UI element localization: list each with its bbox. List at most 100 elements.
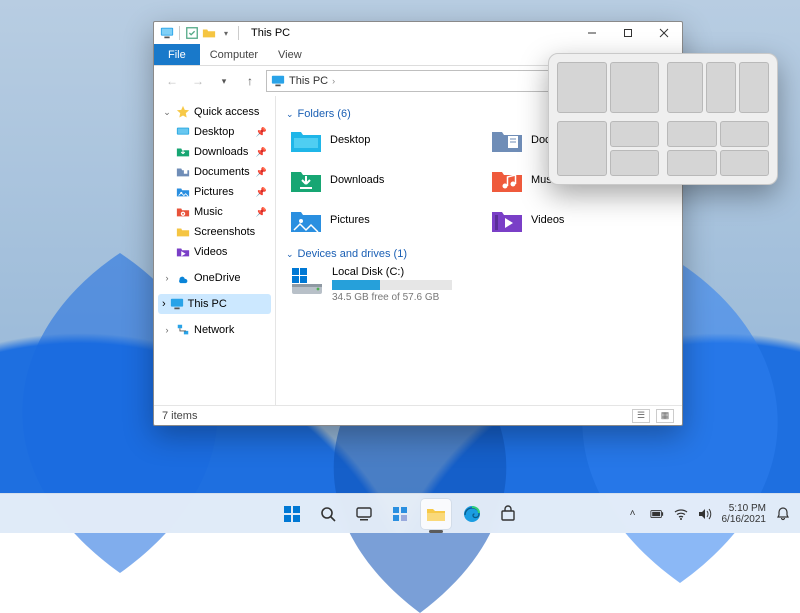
chevron-right-icon: › (162, 298, 166, 310)
snap-zone[interactable] (610, 62, 660, 113)
sidebar-item-pictures[interactable]: Pictures📌 (158, 182, 271, 202)
nav-forward-button[interactable]: → (188, 71, 208, 91)
snap-zone[interactable] (557, 121, 607, 177)
pictures-folder-icon (176, 185, 190, 199)
pin-icon: 📌 (256, 147, 267, 158)
taskbar-file-explorer[interactable] (421, 499, 451, 529)
downloads-folder-icon (176, 145, 190, 159)
close-button[interactable] (646, 22, 682, 44)
navigation-pane: ⌄ Quick access Desktop📌 Downloads📌 (154, 96, 276, 405)
widgets-button[interactable] (385, 499, 415, 529)
status-bar: 7 items ☰ ▦ (154, 405, 682, 425)
qat-new-folder-icon[interactable] (202, 26, 216, 40)
volume-icon[interactable] (698, 507, 712, 521)
documents-folder-icon (176, 165, 190, 179)
system-tray[interactable]: ˄ 5:10 PM 6/16/2021 (626, 503, 800, 525)
this-pc-icon (160, 26, 174, 40)
snap-zone[interactable] (610, 150, 660, 176)
sidebar-item-music[interactable]: Music📌 (158, 202, 271, 222)
sidebar-item-label: Quick access (194, 106, 259, 118)
title-bar[interactable]: ▾ This PC (154, 22, 682, 44)
snap-zone[interactable] (720, 121, 770, 147)
notifications-icon[interactable] (776, 507, 790, 521)
snap-zone[interactable] (557, 62, 607, 113)
snap-zone[interactable] (667, 62, 703, 113)
music-folder-icon (491, 166, 523, 194)
tray-clock[interactable]: 5:10 PM 6/16/2021 (722, 503, 767, 525)
qat-dropdown-icon[interactable]: ▾ (219, 26, 233, 40)
nav-up-button[interactable]: ↑ (240, 71, 260, 91)
taskbar-store[interactable] (493, 499, 523, 529)
taskbar-search-button[interactable] (313, 499, 343, 529)
sidebar-item-desktop[interactable]: Desktop📌 (158, 122, 271, 142)
desktop-folder-icon (290, 126, 322, 154)
pin-icon: 📌 (256, 127, 267, 138)
sidebar-item-videos[interactable]: Videos (158, 242, 271, 262)
folder-videos[interactable]: Videos (491, 206, 672, 234)
desktop-folder-icon (176, 125, 190, 139)
network-icon (176, 323, 190, 337)
sidebar-item-documents[interactable]: Documents📌 (158, 162, 271, 182)
music-folder-icon (176, 205, 190, 219)
pictures-folder-icon (290, 206, 322, 234)
start-button[interactable] (277, 499, 307, 529)
sidebar-item-downloads[interactable]: Downloads📌 (158, 142, 271, 162)
qat-properties-icon[interactable] (185, 26, 199, 40)
sidebar-quick-access[interactable]: ⌄ Quick access (158, 102, 271, 122)
folder-icon (176, 225, 190, 239)
pin-icon: 📌 (256, 207, 267, 218)
task-view-button[interactable] (349, 499, 379, 529)
snap-layout-split-two[interactable] (557, 62, 659, 113)
group-header-drives[interactable]: ⌄ Devices and drives (1) (286, 248, 672, 260)
ribbon-computer-tab[interactable]: Computer (200, 44, 268, 65)
snap-zone[interactable] (720, 150, 770, 176)
drive-free-text: 34.5 GB free of 57.6 GB (332, 292, 452, 303)
pin-icon: 📌 (256, 167, 267, 178)
folder-pictures[interactable]: Pictures (290, 206, 471, 234)
drive-label: Local Disk (C:) (332, 266, 452, 278)
pin-icon: 📌 (256, 187, 267, 198)
drive-local-disk-c[interactable]: Local Disk (C:) 34.5 GB free of 57.6 GB (290, 266, 672, 303)
snap-zone[interactable] (739, 62, 769, 113)
maximize-button[interactable] (610, 22, 646, 44)
chevron-right-icon: › (162, 273, 172, 283)
folder-downloads[interactable]: Downloads (290, 166, 471, 194)
nav-back-button[interactable]: ← (162, 71, 182, 91)
ribbon-view-tab[interactable]: View (268, 44, 312, 65)
folder-desktop[interactable]: Desktop (290, 126, 471, 154)
address-segment[interactable]: This PC (285, 75, 332, 87)
snap-zone[interactable] (706, 62, 736, 113)
snap-layout-quad[interactable] (667, 121, 769, 177)
snap-zone[interactable] (610, 121, 660, 147)
downloads-folder-icon (290, 166, 322, 194)
star-icon (176, 105, 190, 119)
snap-layouts-flyout (548, 53, 778, 185)
chevron-right-icon: › (162, 325, 172, 335)
onedrive-icon (176, 271, 190, 285)
sidebar-onedrive[interactable]: › OneDrive (158, 268, 271, 288)
minimize-button[interactable] (574, 22, 610, 44)
taskbar[interactable]: ˄ 5:10 PM 6/16/2021 (0, 493, 800, 533)
view-details-button[interactable]: ☰ (632, 409, 650, 423)
battery-icon[interactable] (650, 507, 664, 521)
wifi-icon[interactable] (674, 507, 688, 521)
view-large-icons-button[interactable]: ▦ (656, 409, 674, 423)
sidebar-network[interactable]: › Network (158, 320, 271, 340)
ribbon-file-tab[interactable]: File (154, 44, 200, 65)
sidebar-item-screenshots[interactable]: Screenshots (158, 222, 271, 242)
window-title: This PC (247, 27, 290, 39)
sidebar-this-pc[interactable]: › This PC (158, 294, 271, 314)
chevron-down-icon: ⌄ (286, 249, 294, 260)
chevron-down-icon: ⌄ (286, 109, 294, 120)
tray-overflow-icon[interactable]: ˄ (626, 507, 640, 521)
nav-recent-dropdown[interactable]: ▾ (214, 71, 234, 91)
snap-zone[interactable] (667, 150, 717, 176)
snap-layout-three-columns[interactable] (667, 62, 769, 113)
snap-layout-left-stack[interactable] (557, 121, 659, 177)
status-item-count: 7 items (162, 410, 197, 422)
taskbar-edge[interactable] (457, 499, 487, 529)
snap-zone[interactable] (667, 121, 717, 147)
drive-usage-bar (332, 280, 452, 290)
videos-folder-icon (176, 245, 190, 259)
chevron-down-icon: ⌄ (162, 107, 172, 118)
